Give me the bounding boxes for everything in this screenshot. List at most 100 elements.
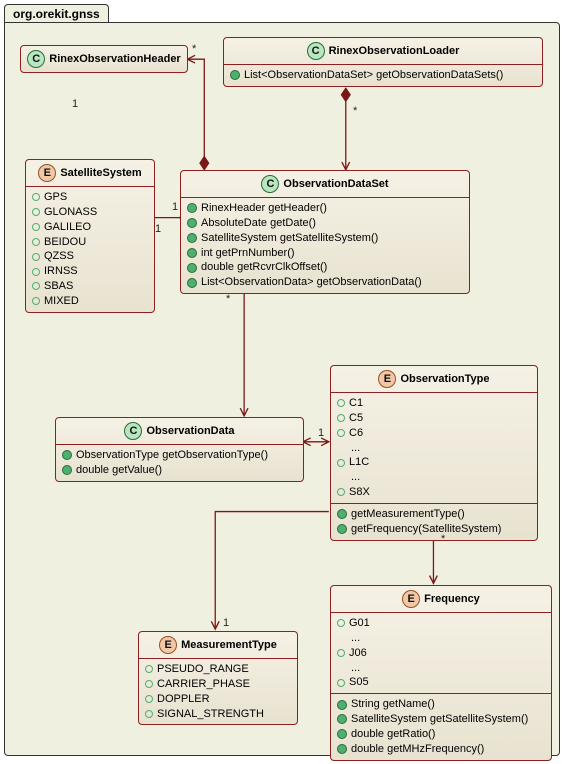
multiplicity: * — [441, 533, 445, 545]
public-icon — [62, 465, 72, 475]
class-rinex-observation-header: C RinexObservationHeader — [20, 45, 188, 73]
class-name: ObservationType — [400, 373, 489, 385]
enum-dot-icon — [32, 208, 40, 216]
enum-dot-icon — [32, 223, 40, 231]
enum-value: ... — [337, 441, 531, 456]
method-row: int getPrnNumber() — [187, 246, 463, 261]
public-icon — [337, 524, 347, 534]
multiplicity: 1 — [172, 201, 178, 213]
enum-value: ... — [337, 470, 531, 485]
enum-value: PSEUDO_RANGE — [145, 662, 291, 677]
method-row: double getMHzFrequency() — [337, 742, 545, 757]
enum-value: GALILEO — [32, 220, 148, 235]
enum-observation-type: E ObservationType C1 C5 C6 ... L1C ... S… — [330, 365, 538, 541]
class-rinex-observation-loader: C RinexObservationLoader List<Observatio… — [223, 37, 543, 87]
enum-value: BEIDOU — [32, 235, 148, 250]
class-observation-data-set: C ObservationDataSet RinexHeader getHead… — [180, 170, 470, 294]
method-row: double getRatio() — [337, 727, 545, 742]
method-row: List<ObservationDataSet> getObservationD… — [230, 68, 536, 83]
enum-value: QZSS — [32, 249, 148, 264]
enum-value: S05 — [337, 675, 545, 690]
enum-icon: E — [378, 370, 396, 388]
enum-value: CARRIER_PHASE — [145, 677, 291, 692]
enum-value: IRNSS — [32, 264, 148, 279]
class-icon: C — [124, 422, 142, 440]
public-icon — [62, 450, 72, 460]
enum-dot-icon — [32, 282, 40, 290]
public-icon — [187, 248, 197, 258]
public-icon — [187, 233, 197, 243]
enum-icon: E — [159, 636, 177, 654]
enum-value: ... — [337, 661, 545, 676]
public-icon — [337, 729, 347, 739]
method-row: getFrequency(SatelliteSystem) — [337, 522, 531, 537]
multiplicity: 1 — [318, 427, 324, 439]
enum-dot-icon — [32, 297, 40, 305]
enum-value: GLONASS — [32, 205, 148, 220]
method-row: AbsoluteDate getDate() — [187, 216, 463, 231]
class-icon: C — [307, 42, 325, 60]
class-observation-data: C ObservationData ObservationType getObs… — [55, 417, 304, 482]
method-row: SatelliteSystem getSatelliteSystem() — [337, 712, 545, 727]
enum-dot-icon — [32, 268, 40, 276]
enum-frequency: E Frequency G01 ... J06 ... S05 String g… — [330, 585, 552, 761]
enum-dot-icon — [337, 649, 345, 657]
enum-dot-icon — [337, 414, 345, 422]
method-row: double getRcvrClkOffset() — [187, 260, 463, 275]
enum-dot-icon — [145, 665, 153, 673]
enum-measurement-type: E MeasurementType PSEUDO_RANGE CARRIER_P… — [138, 631, 298, 725]
multiplicity: * — [192, 43, 196, 55]
public-icon — [187, 218, 197, 228]
class-icon: C — [261, 175, 279, 193]
enum-value: S8X — [337, 485, 531, 500]
class-name: RinexObservationLoader — [329, 45, 460, 57]
enum-dot-icon — [337, 619, 345, 627]
method-row: SatelliteSystem getSatelliteSystem() — [187, 231, 463, 246]
enum-icon: E — [402, 590, 420, 608]
enum-dot-icon — [337, 459, 345, 467]
public-icon — [337, 700, 347, 710]
enum-dot-icon — [337, 679, 345, 687]
enum-satellite-system: E SatelliteSystem GPS GLONASS GALILEO BE… — [25, 159, 155, 313]
class-name: ObservationData — [146, 425, 234, 437]
enum-value: GPS — [32, 190, 148, 205]
class-icon: C — [27, 50, 45, 68]
method-row: List<ObservationData> getObservationData… — [187, 275, 463, 290]
method-row: double getValue() — [62, 463, 297, 478]
public-icon — [337, 714, 347, 724]
method-row: ObservationType getObservationType() — [62, 448, 297, 463]
enum-value: C6 — [337, 426, 531, 441]
multiplicity: * — [353, 105, 357, 117]
public-icon — [187, 263, 197, 273]
enum-value: C5 — [337, 411, 531, 426]
class-name: MeasurementType — [181, 639, 277, 651]
public-icon — [187, 203, 197, 213]
multiplicity: 1 — [72, 98, 78, 110]
public-icon — [230, 70, 240, 80]
package-frame: org.orekit.gnss — [4, 4, 560, 760]
public-icon — [187, 278, 197, 288]
class-name: Frequency — [424, 593, 480, 605]
enum-value: DOPPLER — [145, 692, 291, 707]
enum-value: SIGNAL_STRENGTH — [145, 707, 291, 722]
multiplicity: * — [226, 293, 230, 305]
enum-dot-icon — [32, 193, 40, 201]
enum-dot-icon — [32, 238, 40, 246]
class-name: ObservationDataSet — [283, 178, 388, 190]
public-icon — [337, 744, 347, 754]
enum-dot-icon — [145, 695, 153, 703]
public-icon — [337, 509, 347, 519]
enum-dot-icon — [337, 399, 345, 407]
enum-value: L1C — [337, 455, 531, 470]
package-body: C RinexObservationHeader C RinexObservat… — [4, 22, 560, 756]
enum-value: MIXED — [32, 294, 148, 309]
enum-dot-icon — [145, 680, 153, 688]
enum-value: SBAS — [32, 279, 148, 294]
method-row: RinexHeader getHeader() — [187, 201, 463, 216]
enum-value: J06 — [337, 646, 545, 661]
enum-dot-icon — [32, 253, 40, 261]
enum-value: G01 — [337, 616, 545, 631]
class-name: RinexObservationHeader — [49, 53, 180, 65]
enum-value: C1 — [337, 396, 531, 411]
multiplicity: 1 — [155, 223, 161, 235]
